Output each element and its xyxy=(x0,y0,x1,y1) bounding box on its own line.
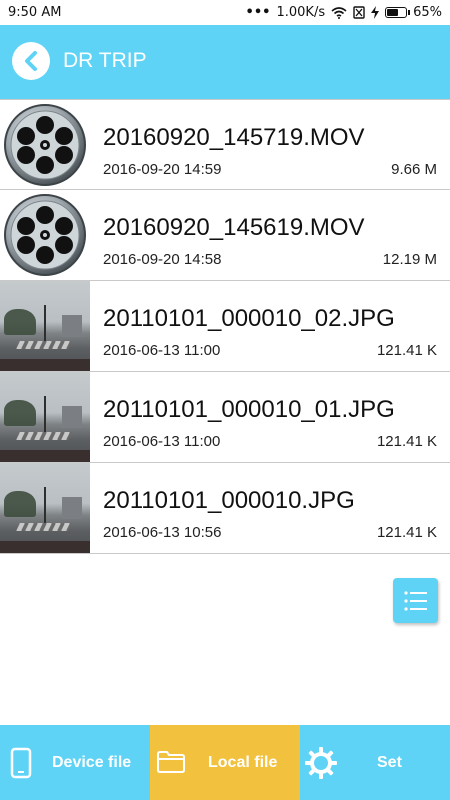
battery-percent: 65% xyxy=(413,5,442,20)
tab-local-file[interactable]: Local file xyxy=(150,725,300,800)
tab-device-file[interactable]: Device file xyxy=(0,725,150,800)
folder-icon xyxy=(157,751,185,773)
status-indicators: ••• 1.00K/s 65% xyxy=(246,5,442,20)
file-size: 12.19 M xyxy=(382,251,437,268)
more-dots-icon: ••• xyxy=(245,5,271,20)
film-reel-icon xyxy=(4,104,86,186)
phone-icon xyxy=(10,747,32,779)
file-row[interactable]: 20110101_000010_01.JPG 2016-06-13 11:00 … xyxy=(0,372,450,463)
tab-label: Device file xyxy=(52,754,132,771)
file-row[interactable]: 20110101_000010.JPG 2016-06-13 10:56 121… xyxy=(0,463,450,554)
file-row[interactable]: 20110101_000010_02.JPG 2016-06-13 11:00 … xyxy=(0,281,450,372)
bottom-nav: Device file Local file Set xyxy=(0,725,450,800)
file-name: 20160920_145619.MOV xyxy=(103,214,365,241)
file-size: 121.41 K xyxy=(376,342,437,359)
file-date: 2016-06-13 11:00 xyxy=(103,342,221,359)
file-date: 2016-06-13 11:00 xyxy=(103,433,221,450)
tab-set[interactable]: Set xyxy=(300,725,450,800)
photo-thumbnail xyxy=(0,281,90,371)
list-view-button[interactable] xyxy=(393,578,438,623)
file-date: 2016-09-20 14:59 xyxy=(103,161,222,178)
file-list: 20160920_145719.MOV 2016-09-20 14:59 9.6… xyxy=(0,99,450,554)
status-time: 9:50 AM xyxy=(8,5,62,20)
file-thumbnail xyxy=(0,281,90,371)
chevron-left-icon xyxy=(25,51,37,71)
wifi-icon xyxy=(331,6,347,19)
tab-label: Set xyxy=(377,754,402,771)
page-title: DR TRIP xyxy=(63,49,147,72)
file-date: 2016-09-20 14:58 xyxy=(103,251,222,268)
file-thumbnail xyxy=(0,372,90,462)
file-row[interactable]: 20160920_145719.MOV 2016-09-20 14:59 9.6… xyxy=(0,99,450,190)
file-size: 121.41 K xyxy=(376,524,437,541)
no-sim-icon xyxy=(353,6,365,19)
file-thumbnail xyxy=(0,463,90,553)
file-name: 20160920_145719.MOV xyxy=(103,124,365,151)
file-thumbnail xyxy=(0,190,90,280)
file-name: 20110101_000010_01.JPG xyxy=(103,396,395,423)
back-button[interactable] xyxy=(12,42,50,80)
network-speed: 1.00K/s xyxy=(276,5,326,20)
file-thumbnail xyxy=(0,100,90,190)
file-size: 9.66 M xyxy=(391,161,437,178)
battery-icon xyxy=(385,7,411,18)
file-name: 20110101_000010.JPG xyxy=(103,487,355,514)
tab-label: Local file xyxy=(208,754,278,771)
file-name: 20110101_000010_02.JPG xyxy=(103,305,395,332)
file-row[interactable]: 20160920_145619.MOV 2016-09-20 14:58 12.… xyxy=(0,190,450,281)
gear-icon xyxy=(305,747,337,779)
charging-icon xyxy=(371,6,380,19)
file-date: 2016-06-13 10:56 xyxy=(103,524,222,541)
film-reel-icon xyxy=(4,194,86,276)
app-header: DR TRIP xyxy=(0,25,450,99)
file-size: 121.41 K xyxy=(376,433,437,450)
photo-thumbnail xyxy=(0,463,90,553)
status-bar: 9:50 AM ••• 1.00K/s 65% xyxy=(0,0,450,25)
photo-thumbnail xyxy=(0,372,90,462)
list-icon xyxy=(403,590,427,611)
